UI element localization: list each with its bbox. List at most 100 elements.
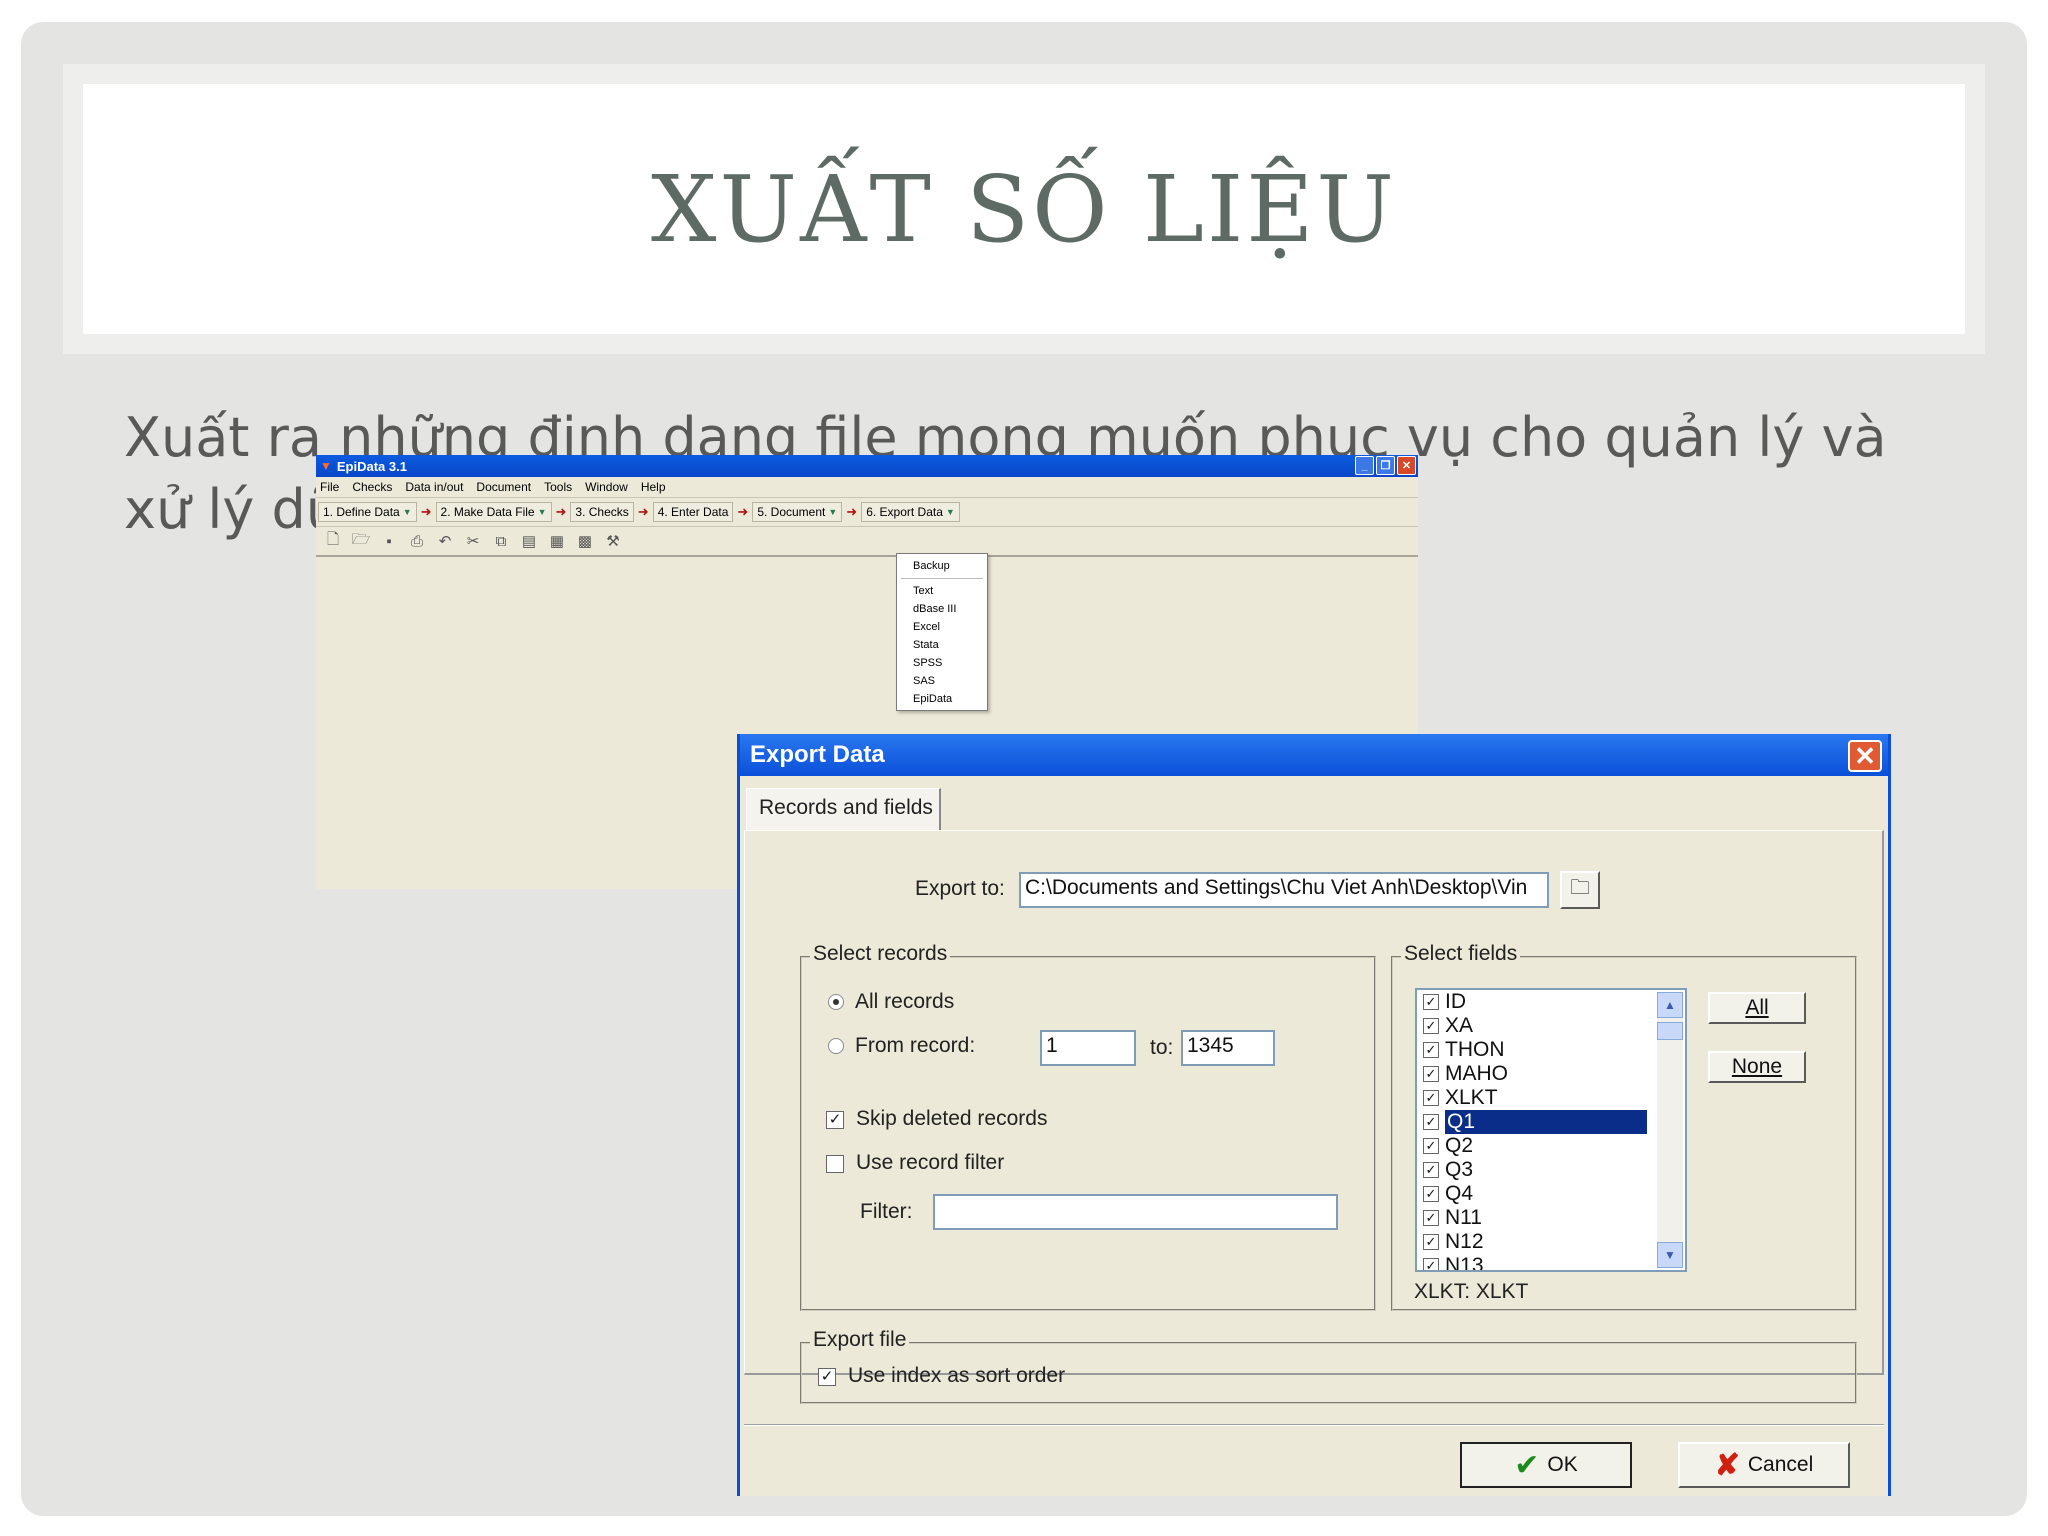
menu-document[interactable]: Document <box>476 480 531 494</box>
step-enter-data[interactable]: 4. Enter Data <box>652 502 734 522</box>
step-make-data-file[interactable]: 2. Make Data File ▼ <box>435 502 552 522</box>
browse-folder-button[interactable]: 🗀 <box>1560 871 1600 909</box>
use-index-checkbox[interactable]: ✓ <box>818 1368 836 1386</box>
undo-icon[interactable]: ↶ <box>434 532 456 550</box>
menu-item-spss[interactable]: SPSS <box>897 654 987 672</box>
step-document[interactable]: 5. Document ▼ <box>752 502 843 522</box>
close-icon[interactable]: ✕ <box>1397 456 1416 475</box>
none-button-label: None <box>1731 1055 1783 1078</box>
menu-item-dbase[interactable]: dBase III <box>897 600 987 618</box>
list-item[interactable]: ✓ Q4 <box>1417 1182 1685 1206</box>
list-item[interactable]: ✓ N11 <box>1417 1206 1685 1230</box>
all-button-label: All <box>1745 996 1769 1019</box>
field-checkbox[interactable]: ✓ <box>1423 1138 1439 1154</box>
step-export-data[interactable]: 6. Export Data ▼ <box>861 502 960 522</box>
menu-item-epidata[interactable]: EpiData <box>897 690 987 708</box>
epidata-title-bar: ▼ EpiData 3.1 _ ❐ ✕ <box>316 455 1418 477</box>
save-icon[interactable]: ▪ <box>378 533 400 550</box>
field-checkbox[interactable]: ✓ <box>1423 1210 1439 1226</box>
export-file-title: Export file <box>810 1328 910 1352</box>
menu-help[interactable]: Help <box>641 480 666 494</box>
fields-scrollbar[interactable]: ▲ ▼ <box>1657 992 1683 1268</box>
cancel-x-icon: ✘ <box>1714 1448 1740 1482</box>
minimize-icon[interactable]: _ <box>1355 456 1374 475</box>
open-folder-icon[interactable]: 🗁 <box>350 529 372 554</box>
list-item[interactable]: ✓ MAHO <box>1417 1062 1685 1086</box>
menu-item-text[interactable]: Text <box>897 582 987 600</box>
filter-label: Filter: <box>860 1200 913 1223</box>
step-label: 1. Define Data <box>323 505 400 519</box>
scroll-up-icon[interactable]: ▲ <box>1657 992 1683 1018</box>
use-filter-label: Use record filter <box>856 1151 1005 1174</box>
epidata-logo-icon: ▼ <box>320 459 332 473</box>
dialog-close-icon[interactable]: ✕ <box>1848 740 1882 772</box>
field-checkbox[interactable]: ✓ <box>1423 1162 1439 1178</box>
field-checkbox[interactable]: ✓ <box>1423 994 1439 1010</box>
arrow-icon: ➜ <box>637 504 649 519</box>
scroll-thumb[interactable] <box>1657 1022 1683 1040</box>
field-name: THON <box>1445 1038 1505 1061</box>
export-path-input[interactable]: C:\Documents and Settings\Chu Viet Anh\D… <box>1019 872 1549 908</box>
cancel-button[interactable]: ✘ Cancel <box>1678 1442 1850 1488</box>
use-filter-checkbox[interactable] <box>826 1155 844 1173</box>
field-checkbox[interactable]: ✓ <box>1423 1258 1439 1270</box>
menu-item-excel[interactable]: Excel <box>897 618 987 636</box>
standard-toolbar: 🗋 🗁 ▪ ⎙ ↶ ✂ ⧉ ▤ ▦ ▩ ⚒ <box>316 527 1418 557</box>
fields-list[interactable]: ✓ ID ✓ XA ✓ THON ✓ MAHO ✓ XLKT ✓ Q1 ✓ Q2 ✓ Q3 ✓ Q… <box>1415 988 1687 1272</box>
paste-icon[interactable]: ▤ <box>518 532 540 550</box>
field-checkbox[interactable]: ✓ <box>1423 1042 1439 1058</box>
folder-icon: 🗀 <box>1570 877 1590 899</box>
field-checkbox[interactable]: ✓ <box>1423 1234 1439 1250</box>
menu-file[interactable]: File <box>320 480 339 494</box>
from-record-input[interactable]: 1 <box>1040 1030 1136 1066</box>
menu-data-in-out[interactable]: Data in/out <box>405 480 463 494</box>
skip-deleted-checkbox[interactable]: ✓ <box>826 1111 844 1129</box>
field-checkbox[interactable]: ✓ <box>1423 1186 1439 1202</box>
slide-title: XUẤT SỐ LIỆU <box>651 155 1397 263</box>
ok-button[interactable]: ✔ OK <box>1460 1442 1632 1488</box>
menu-window[interactable]: Window <box>585 480 628 494</box>
scroll-down-icon[interactable]: ▼ <box>1657 1242 1683 1268</box>
tab-records-and-fields[interactable]: Records and fields <box>746 788 941 830</box>
list-item[interactable]: ✓ Q3 <box>1417 1158 1685 1182</box>
to-record-input[interactable]: 1345 <box>1181 1030 1275 1066</box>
list-item[interactable]: ✓ THON <box>1417 1038 1685 1062</box>
field-checkbox[interactable]: ✓ <box>1423 1066 1439 1082</box>
restore-icon[interactable]: ❐ <box>1376 456 1395 475</box>
step-define-data[interactable]: 1. Define Data ▼ <box>318 502 417 522</box>
menu-checks[interactable]: Checks <box>352 480 392 494</box>
menu-item-sas[interactable]: SAS <box>897 672 987 690</box>
new-file-icon[interactable]: 🗋 <box>322 529 344 554</box>
all-records-radio[interactable] <box>828 994 844 1010</box>
list-item[interactable]: ✓ N13 <box>1417 1254 1685 1270</box>
step-checks[interactable]: 3. Checks <box>570 502 634 522</box>
all-button[interactable]: All <box>1708 992 1806 1024</box>
select-fields-title: Select fields <box>1401 942 1521 966</box>
tool-icon[interactable]: ⚒ <box>602 532 624 550</box>
menu-item-backup[interactable]: Backup <box>897 557 987 575</box>
menu-item-stata[interactable]: Stata <box>897 636 987 654</box>
table-icon[interactable]: ▦ <box>546 532 568 550</box>
list-item[interactable]: ✓ N12 <box>1417 1230 1685 1254</box>
list-item[interactable]: ✓ XA <box>1417 1014 1685 1038</box>
list-item-selected[interactable]: ✓ Q1 <box>1417 1110 1685 1134</box>
from-record-radio[interactable] <box>828 1038 844 1054</box>
print-icon[interactable]: ⎙ <box>406 533 428 550</box>
menu-tools[interactable]: Tools <box>544 480 572 494</box>
field-name: Q4 <box>1445 1182 1474 1205</box>
field-checkbox[interactable]: ✓ <box>1423 1018 1439 1034</box>
list-item[interactable]: ✓ Q2 <box>1417 1134 1685 1158</box>
list-item[interactable]: ✓ XLKT <box>1417 1086 1685 1110</box>
filter-input[interactable] <box>933 1194 1338 1230</box>
list-item[interactable]: ✓ ID <box>1417 990 1685 1014</box>
field-checkbox[interactable]: ✓ <box>1423 1114 1439 1130</box>
grid-icon[interactable]: ▩ <box>574 532 596 550</box>
arrow-icon: ➜ <box>846 504 858 519</box>
dialog-separator <box>744 1424 1884 1426</box>
export-data-dialog: Export Data ✕ Records and fields Export … <box>737 734 1891 1496</box>
cut-icon[interactable]: ✂ <box>462 532 484 550</box>
copy-icon[interactable]: ⧉ <box>490 533 512 550</box>
window-buttons: _ ❐ ✕ <box>1355 456 1416 475</box>
field-checkbox[interactable]: ✓ <box>1423 1090 1439 1106</box>
none-button[interactable]: None <box>1708 1051 1806 1083</box>
